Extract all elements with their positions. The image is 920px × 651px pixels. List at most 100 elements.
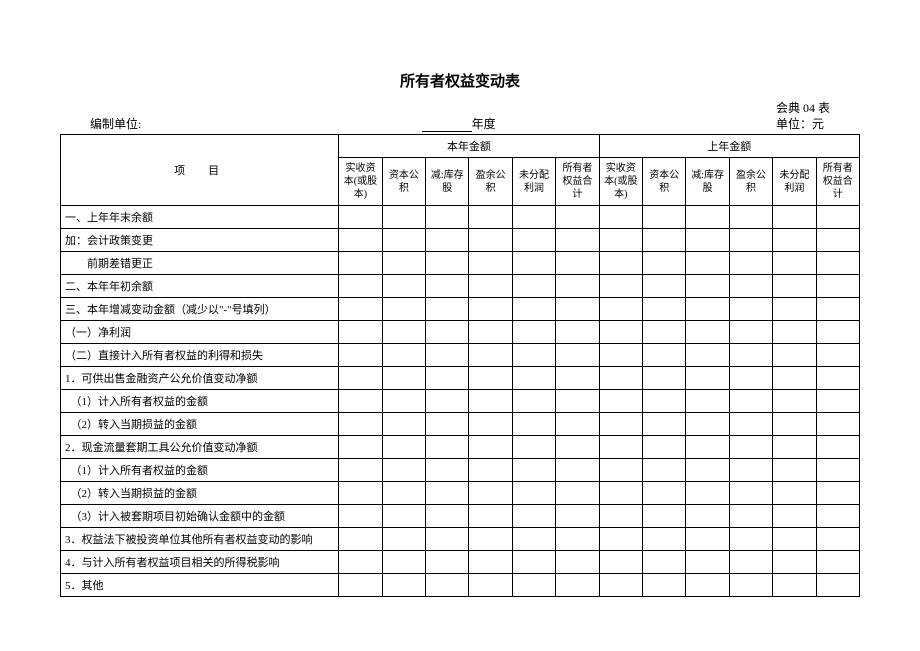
data-cell[interactable] bbox=[729, 344, 772, 367]
data-cell[interactable] bbox=[469, 229, 512, 252]
data-cell[interactable] bbox=[339, 344, 382, 367]
data-cell[interactable] bbox=[686, 528, 729, 551]
data-cell[interactable] bbox=[469, 482, 512, 505]
data-cell[interactable] bbox=[686, 206, 729, 229]
data-cell[interactable] bbox=[599, 298, 642, 321]
data-cell[interactable] bbox=[816, 436, 859, 459]
data-cell[interactable] bbox=[599, 229, 642, 252]
data-cell[interactable] bbox=[426, 298, 469, 321]
data-cell[interactable] bbox=[599, 551, 642, 574]
data-cell[interactable] bbox=[729, 252, 772, 275]
data-cell[interactable] bbox=[729, 551, 772, 574]
data-cell[interactable] bbox=[556, 229, 599, 252]
data-cell[interactable] bbox=[816, 505, 859, 528]
data-cell[interactable] bbox=[339, 390, 382, 413]
data-cell[interactable] bbox=[643, 344, 686, 367]
data-cell[interactable] bbox=[426, 482, 469, 505]
data-cell[interactable] bbox=[426, 505, 469, 528]
data-cell[interactable] bbox=[426, 459, 469, 482]
data-cell[interactable] bbox=[426, 574, 469, 597]
data-cell[interactable] bbox=[469, 505, 512, 528]
data-cell[interactable] bbox=[686, 505, 729, 528]
data-cell[interactable] bbox=[729, 298, 772, 321]
data-cell[interactable] bbox=[469, 574, 512, 597]
data-cell[interactable] bbox=[729, 574, 772, 597]
data-cell[interactable] bbox=[773, 367, 816, 390]
data-cell[interactable] bbox=[426, 344, 469, 367]
data-cell[interactable] bbox=[469, 321, 512, 344]
data-cell[interactable] bbox=[686, 344, 729, 367]
data-cell[interactable] bbox=[729, 229, 772, 252]
data-cell[interactable] bbox=[773, 413, 816, 436]
data-cell[interactable] bbox=[599, 505, 642, 528]
data-cell[interactable] bbox=[686, 390, 729, 413]
data-cell[interactable] bbox=[599, 252, 642, 275]
data-cell[interactable] bbox=[773, 275, 816, 298]
data-cell[interactable] bbox=[339, 252, 382, 275]
data-cell[interactable] bbox=[426, 206, 469, 229]
data-cell[interactable] bbox=[382, 459, 425, 482]
data-cell[interactable] bbox=[816, 574, 859, 597]
data-cell[interactable] bbox=[339, 551, 382, 574]
data-cell[interactable] bbox=[686, 321, 729, 344]
data-cell[interactable] bbox=[729, 436, 772, 459]
data-cell[interactable] bbox=[686, 367, 729, 390]
data-cell[interactable] bbox=[816, 298, 859, 321]
data-cell[interactable] bbox=[382, 344, 425, 367]
data-cell[interactable] bbox=[469, 436, 512, 459]
data-cell[interactable] bbox=[816, 413, 859, 436]
data-cell[interactable] bbox=[643, 574, 686, 597]
data-cell[interactable] bbox=[556, 275, 599, 298]
data-cell[interactable] bbox=[599, 275, 642, 298]
data-cell[interactable] bbox=[339, 505, 382, 528]
data-cell[interactable] bbox=[426, 551, 469, 574]
period-blank[interactable] bbox=[422, 118, 472, 132]
data-cell[interactable] bbox=[773, 574, 816, 597]
data-cell[interactable] bbox=[816, 528, 859, 551]
data-cell[interactable] bbox=[643, 367, 686, 390]
data-cell[interactable] bbox=[382, 551, 425, 574]
data-cell[interactable] bbox=[339, 482, 382, 505]
data-cell[interactable] bbox=[729, 459, 772, 482]
data-cell[interactable] bbox=[339, 436, 382, 459]
data-cell[interactable] bbox=[469, 413, 512, 436]
data-cell[interactable] bbox=[816, 229, 859, 252]
data-cell[interactable] bbox=[643, 321, 686, 344]
data-cell[interactable] bbox=[512, 206, 555, 229]
data-cell[interactable] bbox=[469, 367, 512, 390]
data-cell[interactable] bbox=[382, 390, 425, 413]
data-cell[interactable] bbox=[599, 321, 642, 344]
data-cell[interactable] bbox=[729, 321, 772, 344]
data-cell[interactable] bbox=[773, 206, 816, 229]
data-cell[interactable] bbox=[382, 505, 425, 528]
data-cell[interactable] bbox=[599, 574, 642, 597]
data-cell[interactable] bbox=[512, 344, 555, 367]
data-cell[interactable] bbox=[686, 551, 729, 574]
data-cell[interactable] bbox=[426, 275, 469, 298]
data-cell[interactable] bbox=[686, 459, 729, 482]
data-cell[interactable] bbox=[729, 482, 772, 505]
data-cell[interactable] bbox=[773, 459, 816, 482]
data-cell[interactable] bbox=[339, 459, 382, 482]
data-cell[interactable] bbox=[643, 482, 686, 505]
data-cell[interactable] bbox=[643, 229, 686, 252]
data-cell[interactable] bbox=[686, 252, 729, 275]
data-cell[interactable] bbox=[339, 574, 382, 597]
data-cell[interactable] bbox=[643, 551, 686, 574]
data-cell[interactable] bbox=[512, 413, 555, 436]
data-cell[interactable] bbox=[729, 275, 772, 298]
data-cell[interactable] bbox=[556, 574, 599, 597]
data-cell[interactable] bbox=[773, 551, 816, 574]
data-cell[interactable] bbox=[382, 528, 425, 551]
data-cell[interactable] bbox=[729, 528, 772, 551]
data-cell[interactable] bbox=[643, 505, 686, 528]
data-cell[interactable] bbox=[469, 551, 512, 574]
data-cell[interactable] bbox=[512, 275, 555, 298]
data-cell[interactable] bbox=[643, 459, 686, 482]
data-cell[interactable] bbox=[773, 252, 816, 275]
data-cell[interactable] bbox=[426, 528, 469, 551]
data-cell[interactable] bbox=[426, 252, 469, 275]
data-cell[interactable] bbox=[643, 436, 686, 459]
data-cell[interactable] bbox=[382, 298, 425, 321]
data-cell[interactable] bbox=[512, 505, 555, 528]
